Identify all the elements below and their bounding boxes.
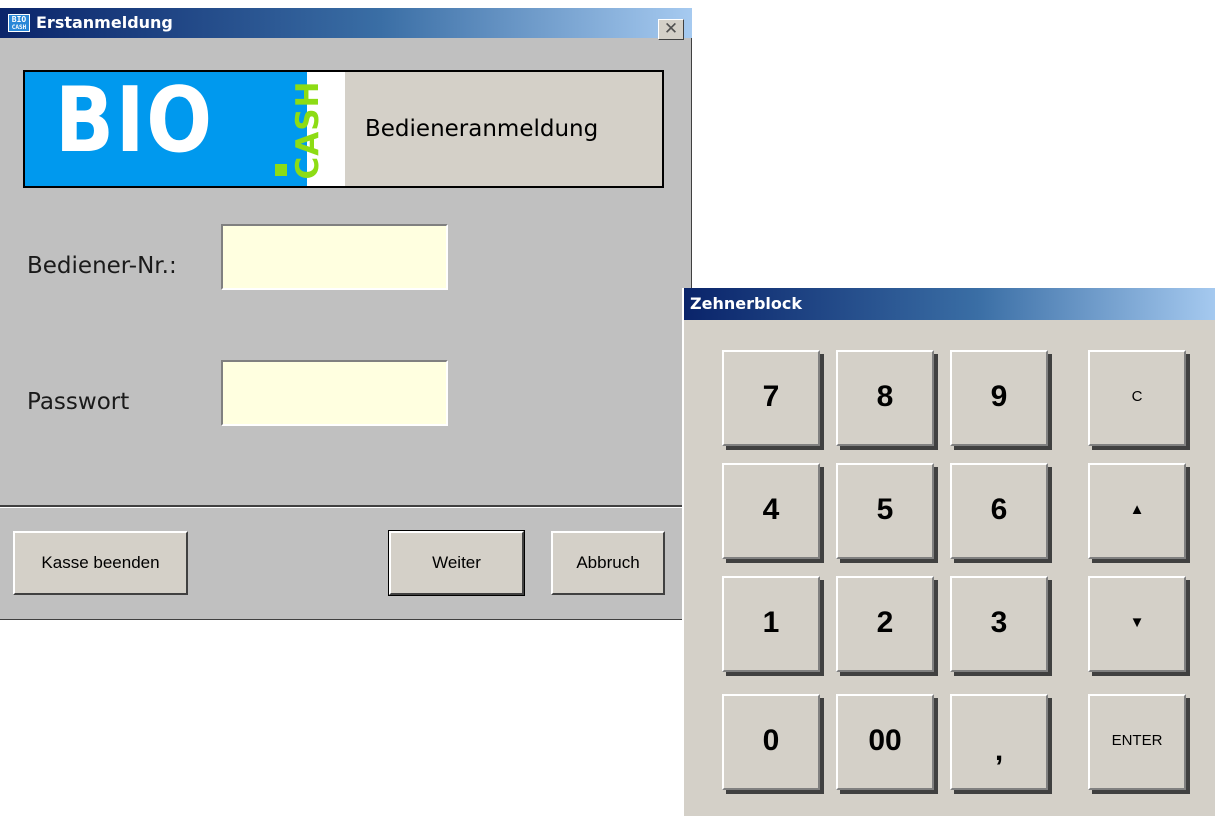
app-logo-icon: BIO CASH — [8, 14, 30, 32]
key-3[interactable]: 3 — [950, 576, 1048, 672]
close-button[interactable]: ✕ — [658, 19, 684, 40]
key-9[interactable]: 9 — [950, 350, 1048, 446]
key-6[interactable]: 6 — [950, 463, 1048, 559]
app-icon-subtext: CASH — [11, 24, 27, 31]
logo-cash-text: CASH — [290, 80, 326, 180]
logo-text: BIO — [55, 68, 214, 173]
arrow-up-key[interactable]: ▲ — [1088, 463, 1186, 559]
cancel-button[interactable]: Abbruch — [551, 531, 665, 595]
clear-key[interactable]: C — [1088, 350, 1186, 446]
keypad-title: Zehnerblock — [690, 294, 803, 313]
comma-key[interactable]: , — [950, 694, 1048, 790]
window-title: Erstanmeldung — [36, 13, 173, 32]
arrow-down-key[interactable]: ▼ — [1088, 576, 1186, 672]
bio-cash-logo: BIO — [25, 68, 307, 186]
login-window: BIO CASH Erstanmeldung ✕ BIO CASH Bedien… — [0, 8, 692, 620]
keypad-window: Zehnerblock 7 8 9 C 4 5 6 ▲ 1 2 3 ▼ 0 00… — [682, 288, 1215, 816]
key-2[interactable]: 2 — [836, 576, 934, 672]
app-icon-text: BIO — [11, 15, 27, 24]
exit-register-button[interactable]: Kasse beenden — [13, 531, 188, 595]
button-separator — [0, 505, 692, 508]
close-icon: ✕ — [663, 19, 679, 39]
key-00[interactable]: 00 — [836, 694, 934, 790]
logo-dot — [275, 164, 287, 176]
key-7[interactable]: 7 — [722, 350, 820, 446]
operator-number-label: Bediener-Nr.: — [27, 253, 177, 279]
key-0[interactable]: 0 — [722, 694, 820, 790]
password-input[interactable] — [221, 360, 448, 426]
key-8[interactable]: 8 — [836, 350, 934, 446]
enter-key[interactable]: ENTER — [1088, 694, 1186, 790]
next-button[interactable]: Weiter — [388, 530, 525, 596]
key-4[interactable]: 4 — [722, 463, 820, 559]
key-1[interactable]: 1 — [722, 576, 820, 672]
login-titlebar[interactable]: BIO CASH Erstanmeldung ✕ — [0, 8, 692, 40]
keypad-titlebar[interactable]: Zehnerblock — [684, 288, 1215, 320]
banner: BIO CASH Bedieneranmeldung — [23, 68, 664, 188]
logo-cash-strip: CASH — [290, 72, 345, 186]
arrow-up-icon: ▲ — [1129, 501, 1145, 518]
key-5[interactable]: 5 — [836, 463, 934, 559]
arrow-down-icon: ▼ — [1129, 614, 1145, 631]
password-label: Passwort — [27, 389, 130, 415]
banner-heading: Bedieneranmeldung — [365, 116, 599, 142]
operator-number-input[interactable] — [221, 224, 448, 290]
